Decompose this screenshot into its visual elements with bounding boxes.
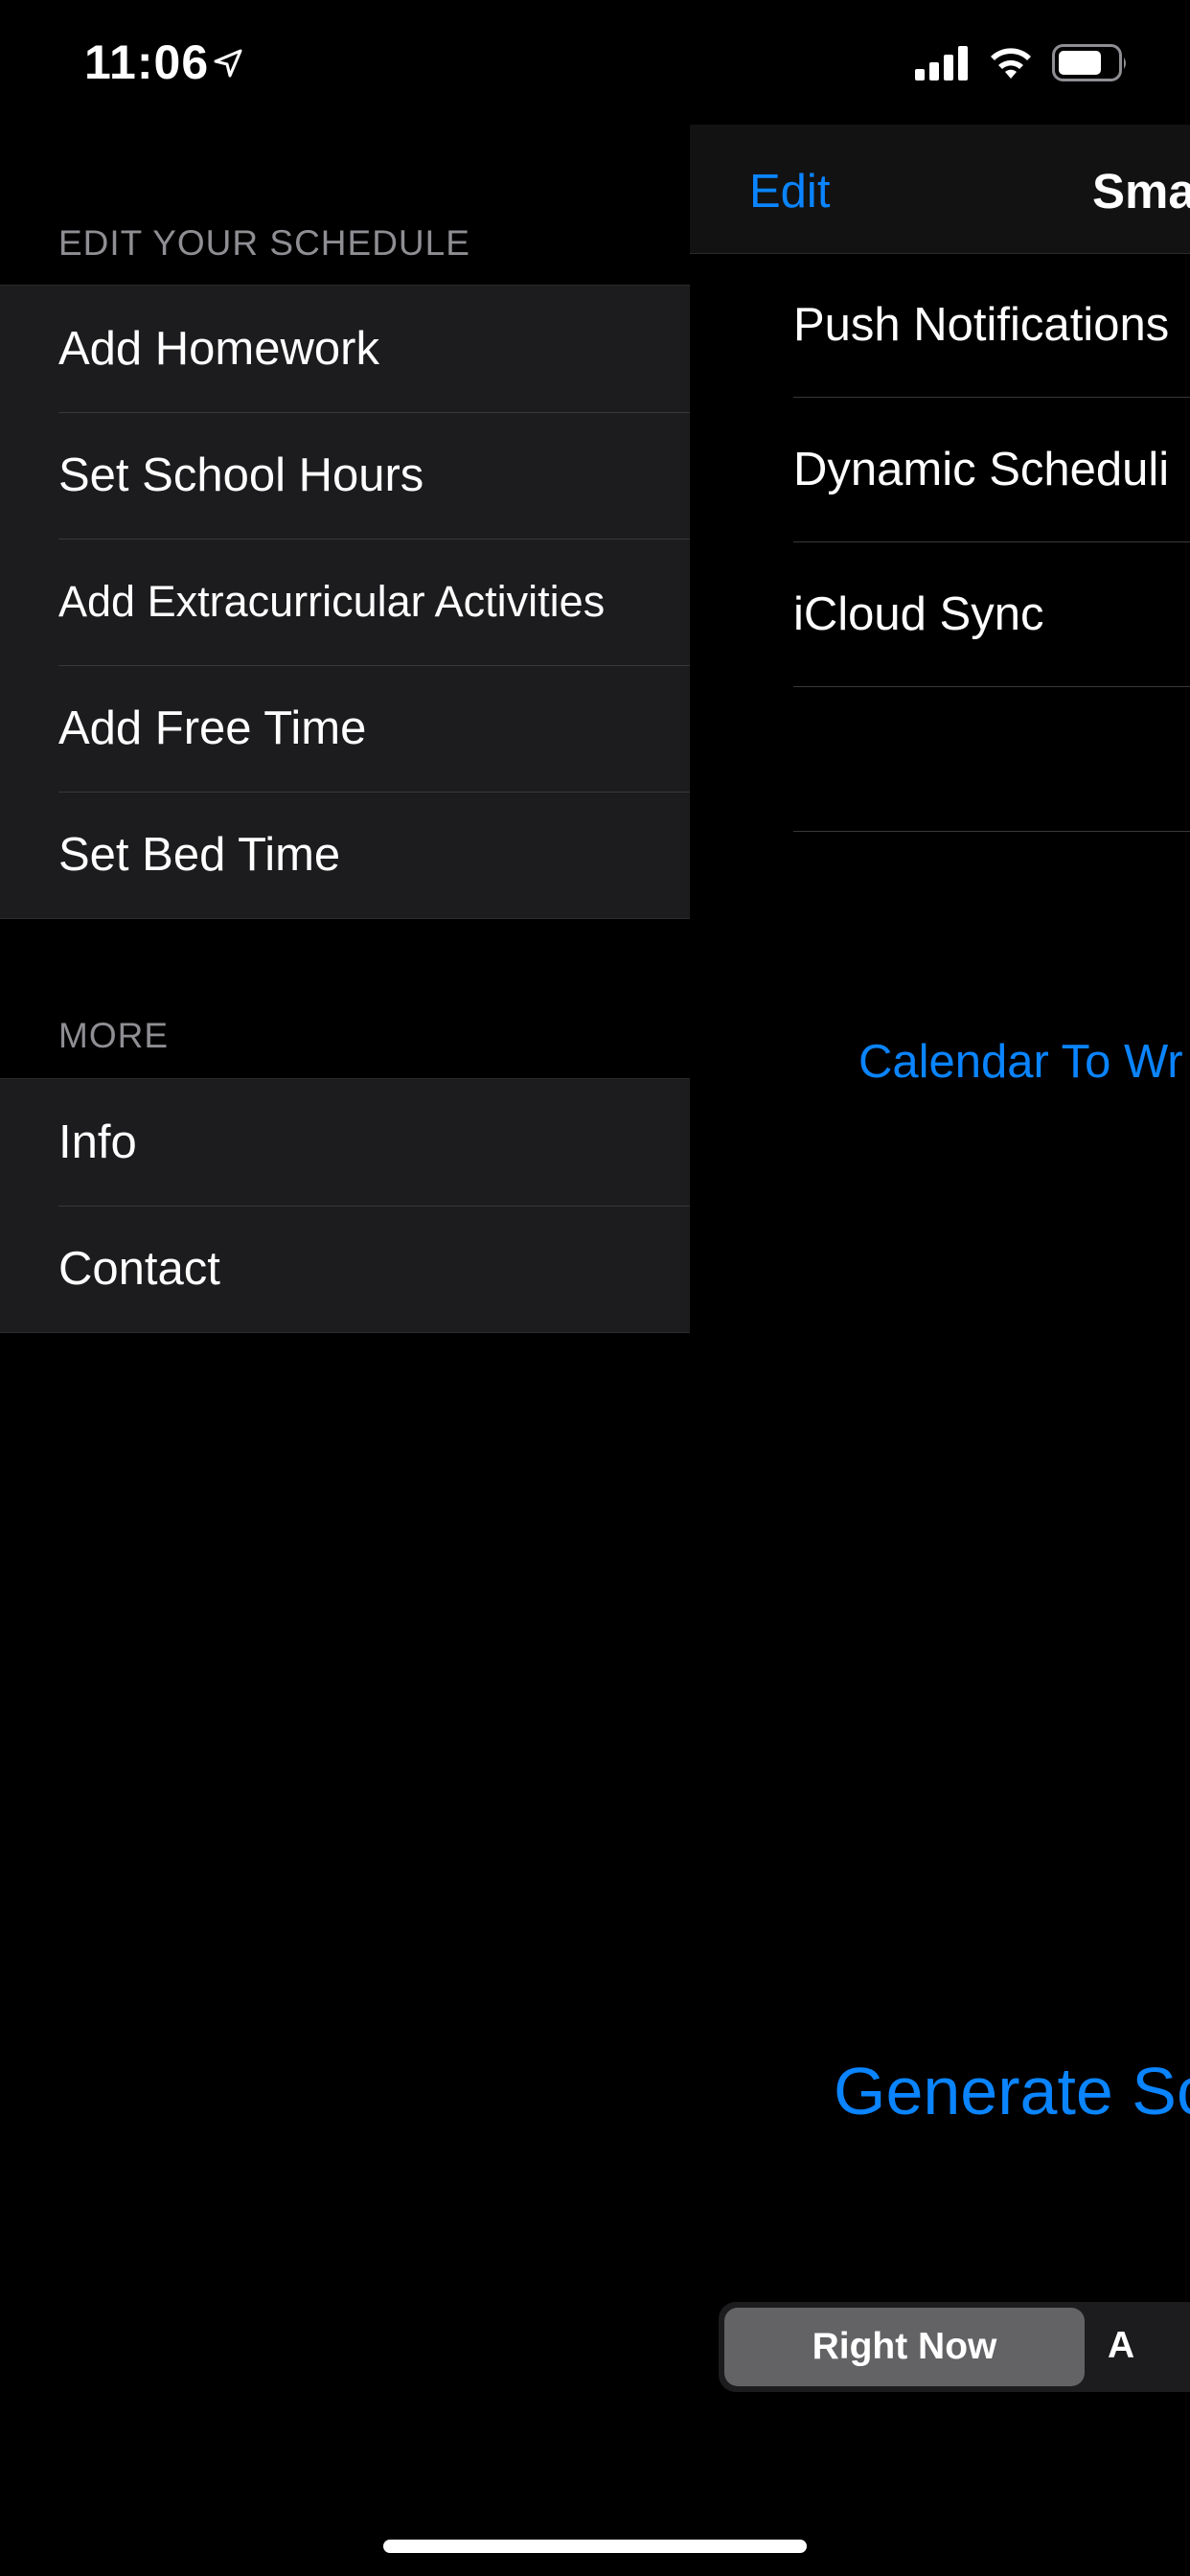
calendar-to-write-link[interactable]: Calendar To Wr [858,1035,1183,1089]
setting-row-dynamic-scheduling[interactable]: Dynamic Scheduli [793,398,1190,542]
home-indicator[interactable] [383,2540,807,2553]
setting-row-push-notifications[interactable]: Push Notifications [793,253,1190,398]
segment-right-now[interactable]: Right Now [724,2308,1085,2386]
menu-item-info[interactable]: Info [0,1079,690,1206]
more-group: Info Contact [0,1078,690,1333]
menu-item-label: Set School Hours [58,449,424,501]
menu-item-label: Set Bed Time [58,829,341,881]
status-time: 11:06 [84,35,210,89]
menu-item-add-free-time[interactable]: Add Free Time [0,665,690,792]
menu-item-label: Add Free Time [58,702,367,754]
setting-label: Push Notifications [793,299,1170,351]
main-panel: Edit Sma Push Notifications Dynamic Sche… [690,125,1190,2576]
cellular-signal-icon [915,46,969,85]
menu-item-set-bed-time[interactable]: Set Bed Time [0,792,690,918]
setting-row-icloud-sync[interactable]: iCloud Sync [793,542,1190,687]
section-header-more: MORE [58,1016,169,1055]
edit-button[interactable]: Edit [749,165,830,218]
status-bar: 11:06 [0,0,1190,125]
menu-item-label: Contact [58,1243,220,1295]
menu-item-label: Add Homework [58,323,379,375]
setting-label: iCloud Sync [793,588,1044,640]
navigation-bar: Edit Sma [690,125,1190,254]
menu-item-contact[interactable]: Contact [0,1206,690,1332]
setting-label: Dynamic Scheduli [793,444,1170,495]
section-header-edit-schedule: EDIT YOUR SCHEDULE [58,223,470,263]
menu-item-add-homework[interactable]: Add Homework [0,286,690,412]
wifi-icon [987,44,1035,85]
location-arrow-icon [213,48,243,83]
page-title: Sma [1092,164,1190,218]
battery-icon [1052,44,1129,87]
edit-schedule-group: Add Homework Set School Hours Add Extrac… [0,285,690,919]
menu-item-label: Info [58,1116,137,1168]
time-segmented-control: Right Now A [719,2302,1190,2392]
generate-schedule-button[interactable]: Generate Sc [834,2053,1190,2129]
menu-item-label: Add Extracurricular Activities [58,577,606,626]
segment-other[interactable]: A [1108,2325,1134,2367]
menu-item-add-extracurricular[interactable]: Add Extracurricular Activities [0,539,690,665]
menu-item-set-school-hours[interactable]: Set School Hours [0,412,690,539]
setting-row-empty [793,687,1190,832]
settings-list: Push Notifications Dynamic Scheduli iClo… [793,253,1190,832]
